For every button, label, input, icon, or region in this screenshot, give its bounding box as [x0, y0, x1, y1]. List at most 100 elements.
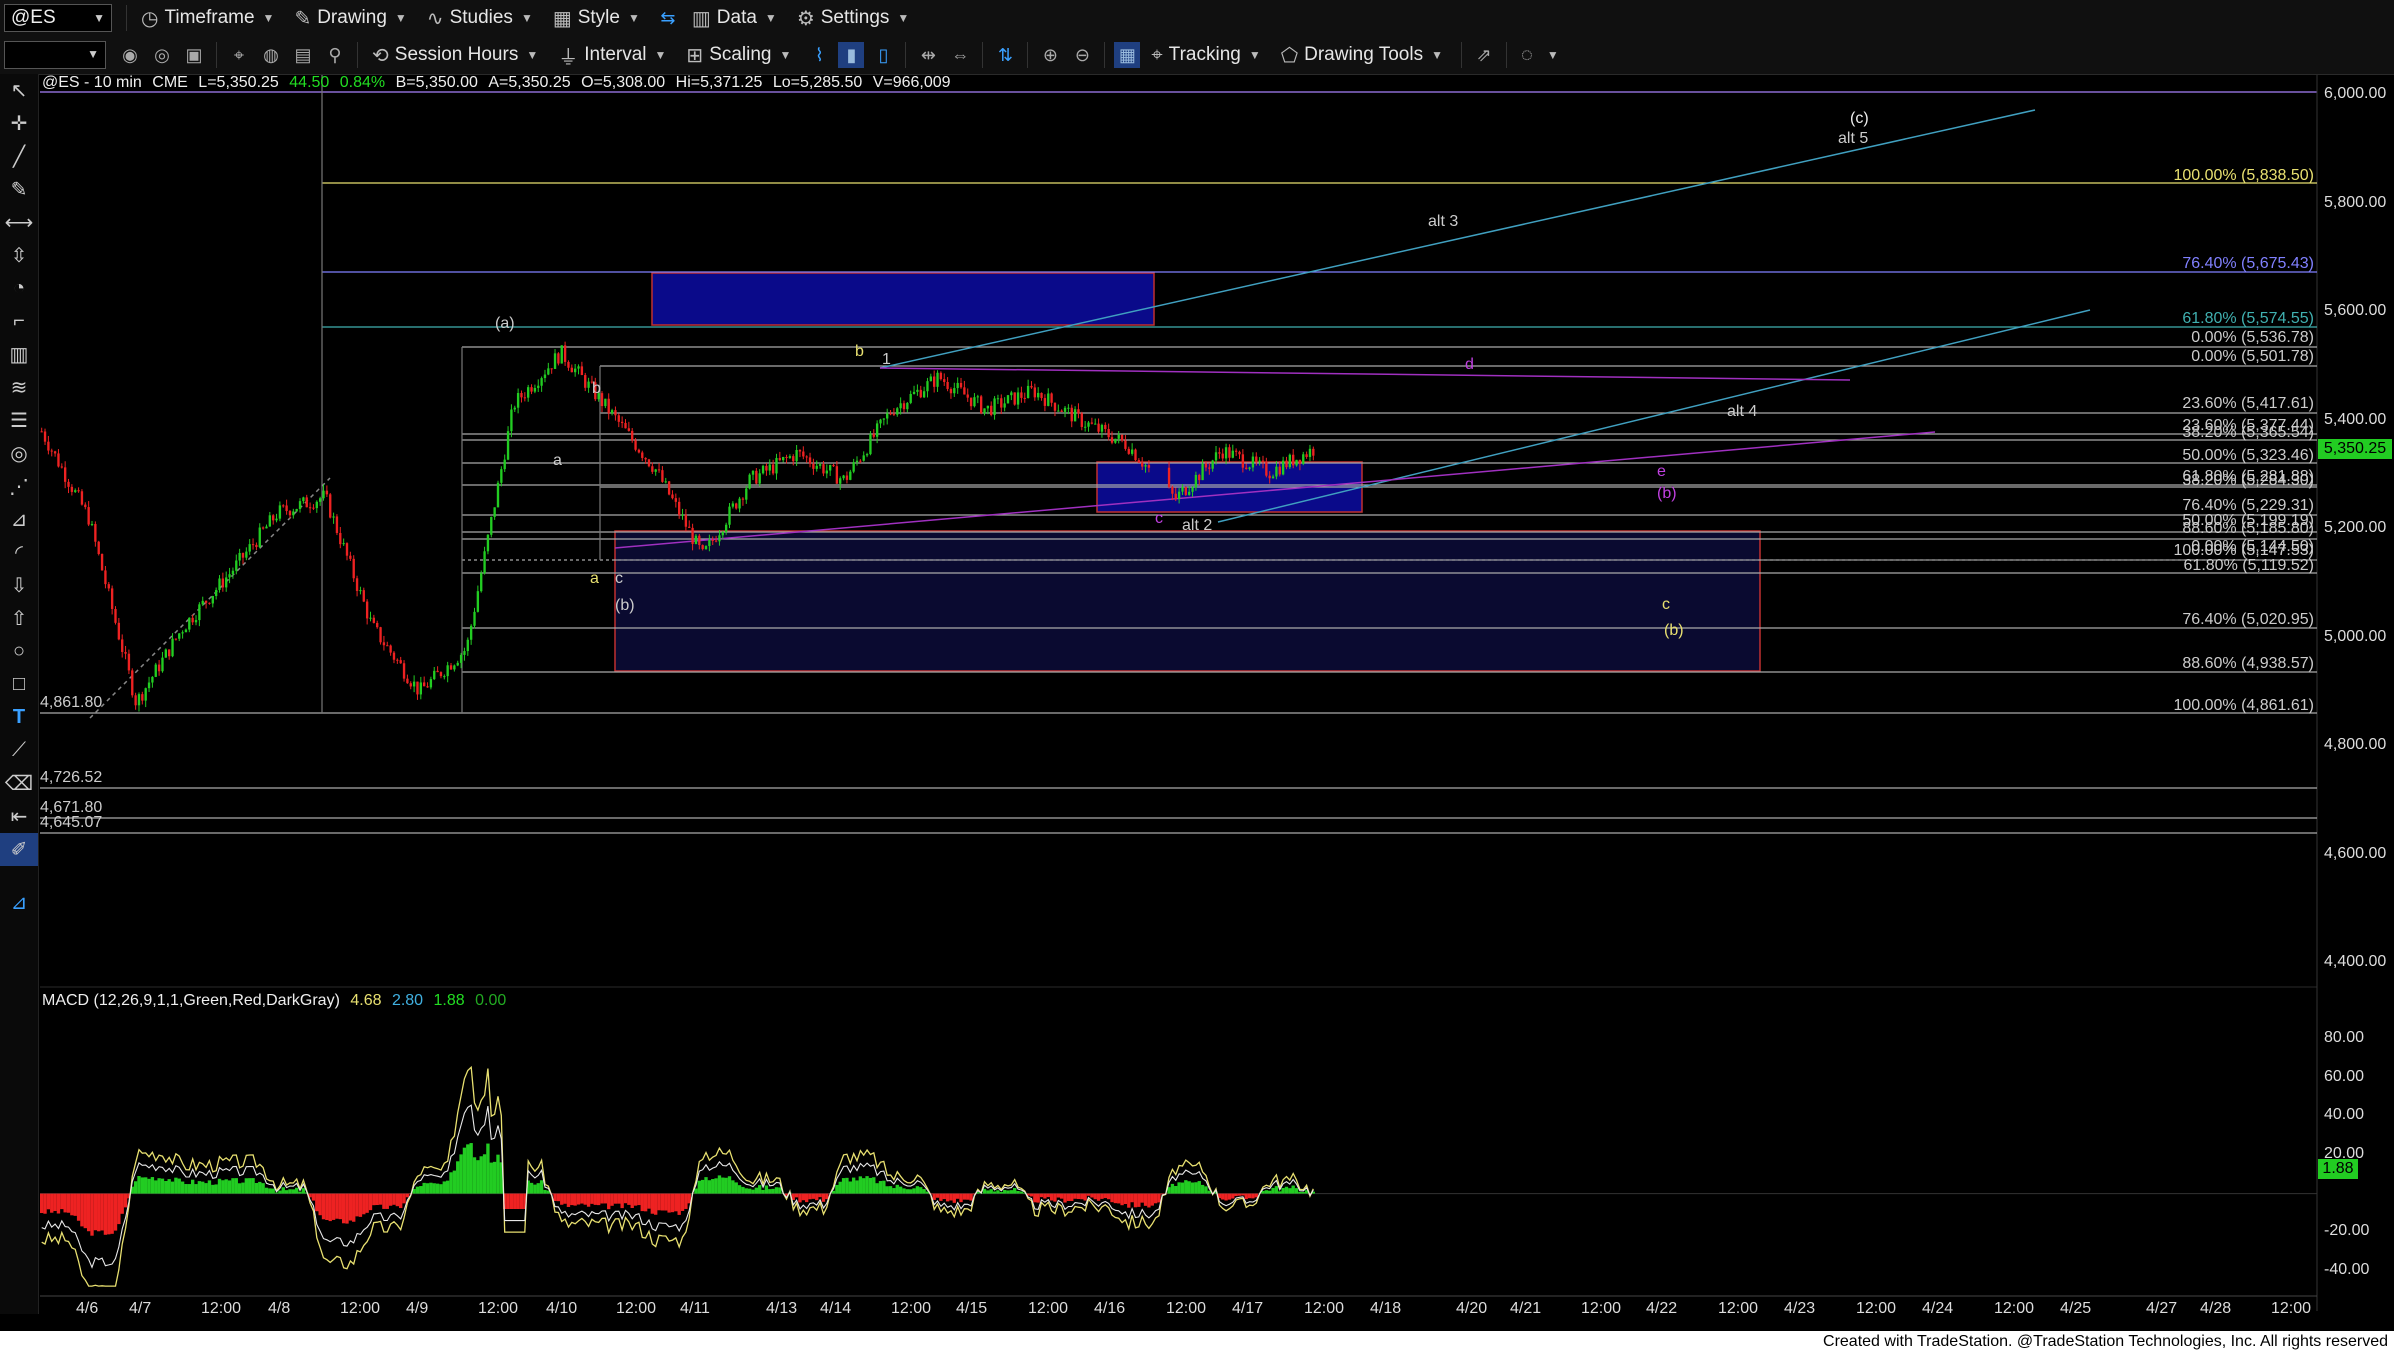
drawing-tools-button[interactable]: ⬠ Drawing Tools ▼ [1273, 41, 1451, 69]
cursor-icon[interactable]: ⌖ [226, 42, 252, 68]
comment-button[interactable]: ◌ ▼ [1513, 41, 1567, 69]
candle-body [647, 459, 651, 467]
interval-select[interactable]: ▼ [4, 41, 106, 69]
macd-histogram-bar [103, 1193, 108, 1235]
vertical-line-icon[interactable]: ⇳ [0, 239, 38, 272]
arrow-up-icon[interactable]: ⇧ [0, 602, 38, 635]
macd-histogram-bar [298, 1191, 302, 1194]
macd-histogram-bar [120, 1193, 124, 1214]
refresh-icon[interactable]: ◉ [117, 42, 143, 68]
candle-body [168, 649, 171, 657]
line-chart-icon[interactable]: ⌇ [806, 42, 832, 68]
macd-histogram-bar [358, 1193, 363, 1217]
macd-histogram-bar [1177, 1182, 1181, 1194]
studies-button[interactable]: ∿ Studies ▼ [419, 4, 541, 32]
drawing-button[interactable]: ✎ Drawing ▼ [286, 4, 414, 32]
macd-histogram-bar [264, 1187, 269, 1194]
zoom-in-icon[interactable]: ⊕ [1037, 42, 1063, 68]
candle-body [67, 481, 70, 487]
line-tool-icon[interactable]: ╱ [0, 140, 38, 173]
candle-body [147, 682, 151, 689]
expand-icon[interactable]: ⇔ [947, 42, 973, 68]
save-icon[interactable]: ▤ [290, 42, 316, 68]
candle-body [969, 397, 973, 407]
candle-body [480, 573, 483, 592]
bar-style-icon[interactable]: ▯ [870, 42, 896, 68]
channel-icon[interactable]: ≋ [0, 371, 38, 404]
candle-chart-icon[interactable]: ▮ [838, 42, 865, 68]
symbol-select[interactable]: @ES ▼ [4, 4, 112, 32]
macd-histogram-bar [959, 1193, 963, 1203]
style-button[interactable]: ▦ Style ▼ [545, 4, 648, 32]
macd-histogram-bar [140, 1177, 145, 1194]
pattern-icon[interactable]: ⋰ [0, 470, 38, 503]
link-icon[interactable]: ⇆ [655, 5, 681, 31]
candle-body [295, 508, 298, 512]
grid-icon[interactable]: ▦ [1114, 42, 1141, 68]
chart-canvas[interactable] [0, 0, 2394, 1353]
candle-body [1234, 450, 1238, 452]
window-icon[interactable]: ▣ [181, 42, 207, 68]
data-button[interactable]: ▥ Data ▼ [684, 4, 785, 32]
macd-histogram-bar [1268, 1190, 1272, 1194]
settings-button[interactable]: ⚙ Settings ▼ [789, 4, 917, 32]
candle-body [818, 464, 822, 466]
macd-histogram-bar [425, 1183, 430, 1194]
interval-button[interactable]: ⏚ Interval ▼ [550, 41, 674, 69]
layout-icon[interactable]: ⇅ [992, 42, 1018, 68]
candle-body [832, 464, 835, 467]
candle-body [530, 387, 533, 392]
macd-histogram-bar [586, 1193, 591, 1207]
macd-histogram-bar [603, 1193, 608, 1204]
text-tool-icon[interactable]: T [0, 701, 38, 734]
export-icon[interactable]: ⇗ [1471, 42, 1497, 68]
macd-histogram-bar [838, 1181, 842, 1194]
rectangle-tool-icon[interactable]: □ [0, 668, 38, 701]
macd-histogram-bar [650, 1193, 655, 1214]
eraser-icon[interactable]: ⌫ [0, 767, 38, 800]
levels-icon[interactable]: ☰ [0, 404, 38, 437]
circle-tool-icon[interactable]: ○ [0, 635, 38, 668]
candle-body [235, 560, 238, 571]
macd-histogram-bar [966, 1193, 970, 1200]
indicator-icon[interactable]: ⊿ [0, 886, 38, 919]
compress-icon[interactable]: ⇹ [915, 42, 941, 68]
macd-histogram-bar [815, 1193, 819, 1201]
fib-icon[interactable]: ⌐ [0, 305, 38, 338]
align-icon[interactable]: ⇤ [0, 800, 38, 833]
ruler-icon[interactable]: ⟋ [0, 734, 38, 767]
session-hours-button[interactable]: ⟲ Session Hours ▼ [364, 41, 546, 69]
gann-icon[interactable]: ⊿ [0, 503, 38, 536]
arc-icon[interactable]: ◜ [0, 536, 38, 569]
candle-body [802, 451, 805, 457]
cycle-icon[interactable]: ◔ [0, 272, 38, 305]
pointer-icon[interactable]: ↖ [0, 74, 38, 107]
candle-body [637, 449, 641, 453]
globe-icon[interactable]: ◍ [258, 42, 284, 68]
tracking-button[interactable]: ⌖ Tracking ▼ [1143, 41, 1268, 69]
candle-body [308, 507, 312, 509]
macd-histogram-bar [851, 1177, 856, 1194]
scaling-button[interactable]: ⊞ Scaling ▼ [678, 41, 799, 69]
candle-body [275, 518, 278, 521]
arrow-down-icon[interactable]: ⇩ [0, 569, 38, 602]
edit-drawing-icon[interactable]: ✐ [0, 833, 38, 866]
search-icon[interactable]: ⚲ [322, 42, 348, 68]
ellipse-tool-icon[interactable]: ◎ [0, 437, 38, 470]
zoom-out-icon[interactable]: ⊖ [1069, 42, 1095, 68]
timeframe-button[interactable]: ◷ Timeframe ▼ [133, 4, 282, 32]
candle-body [114, 608, 117, 623]
candle-body [1023, 397, 1026, 399]
columns-icon[interactable]: ▥ [0, 338, 38, 371]
crosshair-icon[interactable]: ✛ [0, 107, 38, 140]
candle-body [651, 466, 654, 472]
macd-histogram-bar [237, 1183, 242, 1194]
chevron-down-icon: ▼ [1248, 48, 1261, 62]
candle-body [1077, 409, 1080, 414]
drawing-toolbar: ↖ ✛ ╱ ✎ ⟷ ⇳ ◔ ⌐ ▥ ≋ ☰ ◎ ⋰ ⊿ ◜ ⇩ ⇧ ○ □ T … [0, 74, 39, 1314]
candle-body [426, 686, 429, 688]
horizontal-line-icon[interactable]: ⟷ [0, 206, 38, 239]
pen-icon[interactable]: ✎ [0, 173, 38, 206]
sync-icon[interactable]: ◎ [149, 42, 175, 68]
candle-body [594, 382, 597, 400]
